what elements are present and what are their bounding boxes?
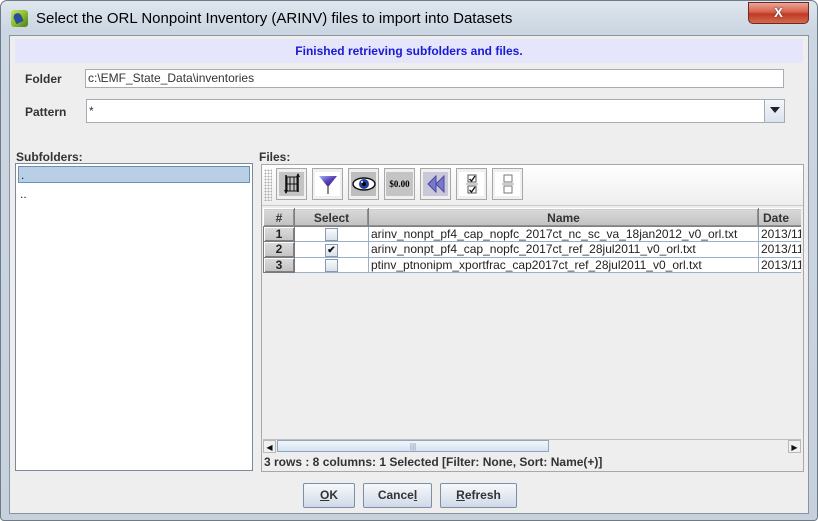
table-row[interactable]: 2 ✔ arinv_nonpt_pf4_cap_nopfc_2017ct_ref… [263, 241, 801, 258]
cancel-mnemonic: l [413, 488, 418, 502]
ok-label: K [329, 488, 338, 502]
row-checkbox[interactable]: ✔ [325, 243, 338, 257]
subfolder-list[interactable]: . .. [15, 163, 253, 471]
chevron-down-icon [769, 107, 780, 113]
subfolder-item-parent[interactable]: .. [18, 186, 250, 203]
filter-icon [315, 172, 340, 196]
horizontal-scrollbar[interactable]: ◀ ||| ▶ [263, 439, 801, 453]
file-name-cell[interactable]: arinv_nonpt_pf4_cap_nopfc_2017ct_ref_28j… [368, 241, 759, 258]
column-header-number[interactable]: # [263, 208, 295, 227]
refresh-mnemonic: R [456, 488, 465, 502]
refresh-button[interactable]: Refresh [440, 483, 517, 508]
row-number[interactable]: 1 [263, 225, 295, 243]
row-checkbox[interactable] [325, 258, 338, 272]
select-all-button[interactable] [456, 168, 487, 200]
select-all-icon [459, 172, 484, 196]
ok-button[interactable]: OK [303, 483, 355, 508]
files-table-viewport: # Select Name Date 1 arinv_nonpt_pf4_cap… [263, 208, 801, 438]
clear-all-button[interactable] [492, 168, 523, 200]
scrollbar-thumb[interactable]: ||| [277, 440, 549, 452]
table-row[interactable]: 3 ptinv_ptnonipm_xportfrac_cap2017ct_ref… [263, 256, 801, 273]
row-number[interactable]: 3 [263, 256, 295, 273]
subfolders-label: Subfolders: [16, 150, 83, 164]
title-bar[interactable]: Select the ORL Nonpoint Inventory (ARINV… [1, 1, 817, 35]
window-title: Select the ORL Nonpoint Inventory (ARINV… [36, 10, 513, 27]
pattern-combobox[interactable]: * [86, 99, 785, 123]
table-row[interactable]: 1 arinv_nonpt_pf4_cap_nopfc_2017ct_nc_sc… [263, 225, 801, 243]
subfolder-item-current[interactable]: . [18, 166, 250, 183]
folder-input[interactable]: c:\EMF_State_Data\inventories [85, 69, 784, 88]
sort-icon [279, 172, 304, 196]
dialog-content: Finished retrieving subfolders and files… [9, 35, 809, 514]
date-cell[interactable]: 2013/11 [758, 256, 801, 273]
filter-button[interactable] [312, 168, 343, 200]
pattern-dropdown-button[interactable] [764, 100, 784, 122]
file-name-cell[interactable]: ptinv_ptnonipm_xportfrac_cap2017ct_ref_2… [368, 256, 759, 273]
format-currency-icon: $0.00 [386, 172, 413, 196]
row-checkbox[interactable] [325, 228, 338, 241]
select-cell[interactable] [294, 225, 369, 243]
status-message: Finished retrieving subfolders and files… [15, 39, 803, 63]
refresh-label: efresh [464, 488, 501, 502]
close-button[interactable]: X [748, 2, 809, 24]
toolbar-grip-handle[interactable] [264, 169, 272, 201]
view-eye-icon [351, 172, 376, 196]
column-header-name[interactable]: Name [368, 208, 759, 227]
app-logo-icon [11, 10, 28, 27]
files-toolbar: $0.00 [262, 165, 803, 206]
files-table: # Select Name Date 1 arinv_nonpt_pf4_cap… [263, 208, 801, 273]
clear-all-icon [495, 172, 520, 196]
pattern-label: Pattern [25, 105, 67, 119]
pattern-value: * [89, 104, 94, 118]
files-label: Files: [259, 150, 291, 164]
row-number[interactable]: 2 [263, 241, 295, 258]
reset-button[interactable] [420, 168, 451, 200]
rewind-icon [423, 172, 448, 196]
column-header-select[interactable]: Select [294, 208, 369, 227]
folder-label: Folder [25, 72, 62, 86]
column-header-date[interactable]: Date [758, 208, 801, 227]
select-cell[interactable]: ✔ [294, 241, 369, 258]
format-button[interactable]: $0.00 [384, 168, 415, 200]
select-cell[interactable] [294, 256, 369, 273]
view-columns-button[interactable] [348, 168, 379, 200]
table-header-row: # Select Name Date [263, 208, 801, 227]
date-cell[interactable]: 2013/11 [758, 225, 801, 243]
files-panel: $0.00 # Select Name Date 1 arinv_nonpt_p… [261, 164, 804, 472]
table-status: 3 rows : 8 columns: 1 Selected [Filter: … [264, 455, 603, 469]
cancel-button[interactable]: Cancel [363, 483, 432, 508]
date-cell[interactable]: 2013/11 [758, 241, 801, 258]
ok-mnemonic: O [319, 488, 330, 502]
cancel-label: Cance [377, 488, 414, 502]
scroll-left-arrow-icon[interactable]: ◀ [263, 440, 276, 453]
sort-button[interactable] [276, 168, 307, 200]
file-name-cell[interactable]: arinv_nonpt_pf4_cap_nopfc_2017ct_nc_sc_v… [368, 225, 759, 243]
dialog-window: Select the ORL Nonpoint Inventory (ARINV… [0, 0, 818, 521]
scroll-right-arrow-icon[interactable]: ▶ [788, 440, 801, 453]
